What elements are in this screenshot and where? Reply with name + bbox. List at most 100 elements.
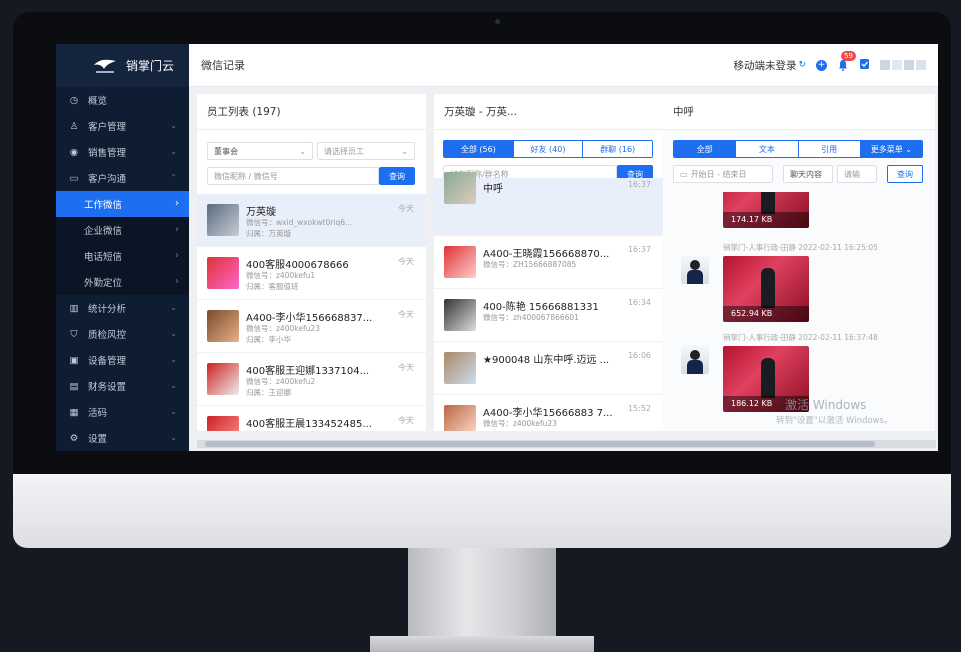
sidebar-subitem[interactable]: 企业微信 › <box>56 217 189 243</box>
friend-name: 中呼 <box>483 184 503 195</box>
employee-list-item[interactable]: 400客服王迎娜1337104... 微信号：z400kefu2 归属：王迎娜 今天 <box>197 353 426 406</box>
sidebar-item[interactable]: ♙ 客户管理 ⌄ <box>56 113 189 139</box>
sidebar-subitem[interactable]: 电话短信 › <box>56 243 189 269</box>
sidebar: 销掌门云 ◷ 概览 ♙ 客户管理 ⌄ ◉ 销售管理 ⌄ ▭ 客户沟通 ⌃ 工作微信 › 企业微信 › 电话短… <box>56 44 189 451</box>
tab-chat-filter[interactable]: 全部 <box>674 141 737 157</box>
friend-list-item[interactable]: A400-李小华15666883 7... 微信号：z400kefu23 15:52 <box>434 395 663 431</box>
chat-content-select[interactable]: 聊天内容 <box>783 165 833 183</box>
chevron-down-icon: ⌄ <box>170 381 177 390</box>
user-icon: ♙ <box>69 120 79 132</box>
employee-time: 今天 <box>398 416 414 425</box>
tab-chat-filter[interactable]: 更多菜单 ⌄ <box>860 141 922 157</box>
sidebar-item[interactable]: ⚙ 设置 ⌄ <box>56 425 189 451</box>
friends-panel-title: 万英璇 - 万英... <box>434 94 663 130</box>
app-name: 销掌门云 <box>126 59 175 73</box>
mobile-login-status[interactable]: 移动端未登录 <box>733 58 796 73</box>
employee-search-input[interactable]: 微信昵称 / 微信号 <box>207 167 379 185</box>
chevron-right-icon: › <box>175 224 179 235</box>
image-message[interactable]: 652.94 KB <box>723 256 809 322</box>
friend-name: 400-陈艳 15666881331 <box>483 302 599 313</box>
employee-name: 400客服4000678666 <box>246 260 349 271</box>
employee-wechat-id: 微信号：z400kefu1 <box>246 271 316 280</box>
employee-list-item[interactable]: A400-李小华156668837... 微信号：z400kefu23 归属：李小华… <box>197 300 426 353</box>
sidebar-subitem-label: 工作微信 <box>84 200 123 211</box>
sidebar-item-label: 客户管理 <box>88 122 127 133</box>
sidebar-item-label: 销售管理 <box>88 148 127 159</box>
sidebar-item[interactable]: ◷ 概览 <box>56 87 189 113</box>
avatar <box>207 363 239 395</box>
employee-search-button[interactable]: 查询 <box>379 167 415 185</box>
image-message[interactable]: 174.17 KB <box>723 192 809 228</box>
task-check-icon[interactable] <box>859 58 870 73</box>
chevron-icon: ⌄ <box>170 147 177 156</box>
chevron-right-icon: › <box>175 198 179 209</box>
sidebar-item-label: 客户沟通 <box>88 174 127 185</box>
chat-icon: ▭ <box>69 172 79 184</box>
shield-icon: ⛉ <box>70 328 78 340</box>
sidebar-item-label: 概览 <box>88 96 108 107</box>
sidebar-item[interactable]: ⛉ 质检风控 ⌄ <box>56 321 189 347</box>
screen: 销掌门云 ◷ 概览 ♙ 客户管理 ⌄ ◉ 销售管理 ⌄ ▭ 客户沟通 ⌃ 工作微信 › 企业微信 › 电话短… <box>56 44 938 451</box>
refresh-icon[interactable]: ↻ <box>798 60 806 70</box>
add-icon[interactable]: + <box>816 59 827 71</box>
employee-owner: 归属：李小华 <box>246 335 291 344</box>
tab-friends-filter[interactable]: 全部 (56) <box>444 141 514 157</box>
friend-list-item[interactable]: 中呼 16:37 <box>434 172 663 236</box>
chevron-down-icon: ⌄ <box>299 146 306 156</box>
sidebar-subitem-label: 企业微信 <box>84 226 123 237</box>
date-range-placeholder: 开始日 - 结束日 <box>690 169 747 179</box>
employee-list-item[interactable]: 万英璇 微信号：wxid_wxokwt0riq6... 归属：万英璇 今天 <box>197 194 426 247</box>
message-sender: 销掌门-人事行政-田静 2022-02-11 16:37:48 <box>723 333 878 342</box>
employee-panel-title: 员工列表 (197) <box>197 94 426 130</box>
sidebar-item[interactable]: ▣ 设备管理 ⌄ <box>56 347 189 373</box>
chat-keyword-input[interactable]: 请输 <box>837 165 877 183</box>
friend-list-item[interactable]: ★900048 山东中呼.迈远 ... 16:06 <box>434 342 663 395</box>
employee-wechat-id: 微信号：z400kefu23 <box>246 324 320 333</box>
gear-icon: ⚙ <box>69 432 79 444</box>
staff-placeholder: 请选择员工 <box>324 146 364 156</box>
tab-chat-filter[interactable]: 引用 <box>798 141 861 157</box>
employee-time: 今天 <box>398 204 414 213</box>
sidebar-item[interactable]: ▤ 财务设置 ⌄ <box>56 373 189 399</box>
sidebar-item[interactable]: ▭ 客户沟通 ⌃ <box>56 165 189 191</box>
tab-chat-filter[interactable]: 文本 <box>736 141 799 157</box>
message-sender: 销掌门-人事行政-田静 2022-02-11 16:25:05 <box>723 243 878 252</box>
avatar[interactable] <box>880 60 926 70</box>
date-range-input[interactable]: ▭ 开始日 - 结束日 <box>673 165 773 183</box>
page-title: 微信记录 <box>201 59 245 72</box>
employee-list-item[interactable]: 400客服王晨133452485...微信号：z400kefu6 今天 <box>197 406 426 431</box>
chat-keyword-placeholder: 请输 <box>844 169 860 179</box>
scrollbar-thumb[interactable] <box>205 441 875 447</box>
sidebar-item[interactable]: ▥ 统计分析 ⌄ <box>56 295 189 321</box>
avatar <box>444 299 476 331</box>
person-figure <box>761 358 775 398</box>
sidebar-subitem-label: 外勤定位 <box>84 278 123 289</box>
sidebar-item[interactable]: ▦ 活码 ⌄ <box>56 399 189 425</box>
friend-list-item[interactable]: 400-陈艳 15666881331 微信号：zh400067866601 16:3… <box>434 289 663 342</box>
chat-search-button[interactable]: 查询 <box>887 165 923 183</box>
employee-search-placeholder: 微信昵称 / 微信号 <box>214 171 278 181</box>
chevron-down-icon: ⌄ <box>170 329 177 338</box>
horizontal-scrollbar[interactable] <box>197 440 936 448</box>
employee-list-item[interactable]: 400客服4000678666 微信号：z400kefu1 归属：客服值班 今天 <box>197 247 426 300</box>
notification-badge: 59 <box>841 51 856 61</box>
webcam <box>495 19 500 24</box>
sidebar-subitem[interactable]: 工作微信 › <box>56 191 189 217</box>
qrcode-icon: ▦ <box>69 406 79 418</box>
employee-name: A400-李小华156668837... <box>246 313 373 324</box>
image-size: 174.17 KB <box>723 212 809 228</box>
tab-friends-filter[interactable]: 群聊 (16) <box>583 141 652 157</box>
friend-list-item[interactable]: A400-王晓霞156668870... 微信号：ZH15666887085 16:… <box>434 236 663 289</box>
chevron-right-icon: › <box>175 276 179 287</box>
department-select[interactable]: 董事会 ⌄ <box>207 142 313 160</box>
friend-time: 15:52 <box>627 404 651 413</box>
bell-icon[interactable]: 59 <box>837 51 856 71</box>
staff-select[interactable]: 请选择员工 ⌄ <box>317 142 415 160</box>
friends-panel: 万英璇 - 万英... 全部 (56) 好友 (40) 群聊 (16) 好友昵称/群… <box>434 94 663 431</box>
sidebar-item-label: 活码 <box>88 408 108 419</box>
tab-friends-filter[interactable]: 好友 (40) <box>513 141 584 157</box>
windows-activation-hint: 转到"设置"以激活 Windows。 <box>776 416 893 426</box>
person-figure <box>761 268 775 308</box>
sidebar-item[interactable]: ◉ 销售管理 ⌄ <box>56 139 189 165</box>
sidebar-subitem[interactable]: 外勤定位 › <box>56 269 189 295</box>
